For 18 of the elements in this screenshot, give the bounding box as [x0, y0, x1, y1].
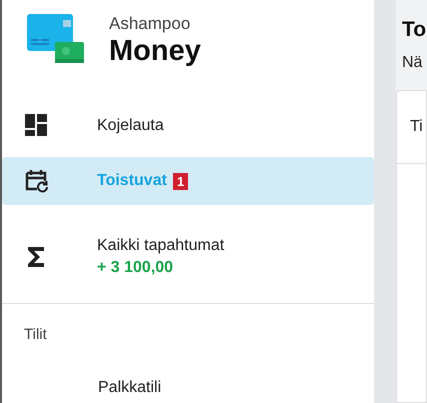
brand-name: Ashampoo: [109, 14, 192, 34]
nav-label: Kaikki tapahtumat: [97, 236, 224, 256]
page-title: To: [402, 17, 426, 43]
nav-item[interactable]: Kojelauta: [2, 102, 374, 150]
nav-item[interactable]: Kaikki tapahtumat + 3 100,00: [2, 233, 374, 281]
count-badge: 1: [172, 172, 188, 190]
nav-item[interactable]: Toistuvat 1: [2, 157, 374, 205]
account-item[interactable]: Palkkatili: [98, 379, 162, 396]
page-subtitle: Nä: [402, 54, 422, 72]
product-name: Money: [109, 34, 201, 68]
calendar-icon: [25, 169, 49, 193]
logo-icon: [27, 14, 85, 64]
nav-label: Kojelauta: [97, 116, 164, 136]
column-header: Ti: [410, 118, 423, 136]
nav-label: Toistuvat: [97, 171, 167, 191]
amount-text: + 3 100,00: [97, 258, 174, 278]
section-heading: Tilit: [24, 326, 47, 343]
dashboard-icon: [25, 114, 49, 138]
